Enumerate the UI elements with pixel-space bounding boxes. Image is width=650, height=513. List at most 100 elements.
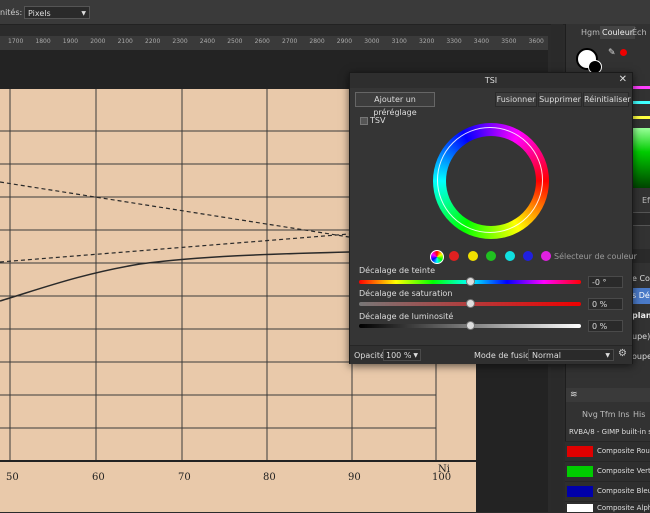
luminosity-value-field[interactable]: 0 % <box>588 320 623 332</box>
chevron-down-icon: ▼ <box>605 352 610 359</box>
color-slider-magenta[interactable] <box>632 86 650 89</box>
ruler-tick-label: 1900 <box>62 38 79 45</box>
layer-swatch-alpha <box>567 504 593 512</box>
ruler-tick-label: 2900 <box>336 38 353 45</box>
ruler-tick-label: 3600 <box>528 38 544 45</box>
ruler-tick-label: 2000 <box>90 38 106 45</box>
saturation-value-field[interactable]: 0 % <box>588 298 623 310</box>
fragment-color-label: e Coul <box>632 274 650 283</box>
reset-button[interactable]: Réinitialiser <box>583 92 631 107</box>
solid-curve <box>0 251 350 302</box>
x-axis-label: Ni <box>438 464 450 475</box>
plan-label: plan <box>632 311 650 320</box>
hue-value-field[interactable]: -0 ° <box>588 276 623 288</box>
context-toolbar: nités: Pixels ▼ <box>0 0 650 25</box>
swatch-yellow[interactable] <box>468 251 478 261</box>
panel-dropdown[interactable] <box>632 212 650 226</box>
eyedropper-icon[interactable]: ✎ <box>608 48 616 58</box>
tab-histogram[interactable]: Hgm <box>581 28 600 37</box>
swatch-cyan[interactable] <box>505 251 515 261</box>
layer-row-alpha[interactable]: Composite Alph <box>565 501 650 513</box>
x-tick-label: 90 <box>348 472 361 483</box>
dashed-curve <box>0 181 350 238</box>
dialog-title: TSI <box>484 76 498 85</box>
ruler-tick-label: 1700 <box>8 38 24 45</box>
layer-swatch-green <box>567 466 593 477</box>
x-tick-label: 50 <box>6 472 19 483</box>
hsl-adjustment-dialog: TSI ✕ Ajouter un préréglage Fusionner Su… <box>349 72 637 364</box>
color-slider-yellow[interactable] <box>632 116 650 119</box>
hue-slider-knob[interactable] <box>466 277 475 286</box>
ruler-tick-label: 3300 <box>446 38 462 45</box>
saturation-label: Décalage de saturation <box>359 289 453 298</box>
merge-button[interactable]: Fusionner <box>495 92 537 107</box>
ruler-tick-label: 2700 <box>282 38 298 45</box>
gradient-item[interactable]: s Dég <box>632 288 650 304</box>
ruler-tick-label: 2800 <box>309 38 325 45</box>
color-dot <box>620 49 627 56</box>
layer-swatch-red <box>567 446 593 457</box>
saturation-slider-knob[interactable] <box>466 299 475 308</box>
tab-navigator[interactable]: Nvg <box>582 410 598 419</box>
tab-color[interactable]: Couleur <box>600 26 636 39</box>
ruler-tick-label: 2400 <box>199 38 216 45</box>
swatch-red[interactable] <box>449 251 459 261</box>
dialog-bottom-bar: Opacité: 100 % ▼ Mode de fusion: Normal … <box>350 345 632 364</box>
hue-wheel[interactable] <box>433 123 549 239</box>
swatch-blue[interactable] <box>523 251 533 261</box>
opacity-field[interactable]: 100 % ▼ <box>383 349 421 361</box>
swatch-green[interactable] <box>486 251 496 261</box>
luminosity-label: Décalage de luminosité <box>359 312 454 321</box>
layer-name: Composite Bleu <box>597 487 650 495</box>
ruler-tick-label: 3500 <box>501 38 517 45</box>
ruler-tick-label: 3200 <box>419 38 435 45</box>
tab-swatches[interactable]: Éch <box>632 28 647 37</box>
gradient-item-label: s Dég <box>632 291 650 300</box>
color-picker-label: Sélecteur de couleur <box>554 252 637 261</box>
tab-info[interactable]: Ins <box>618 410 630 419</box>
group-label-2: oupe) <box>632 352 650 361</box>
ruler-tick-label: 3100 <box>391 38 407 45</box>
layers-header: ≋ <box>566 388 650 402</box>
ruler-tick-label: 2500 <box>227 38 243 45</box>
add-preset-button[interactable]: Ajouter un préréglage <box>355 92 435 117</box>
color-box[interactable] <box>632 128 650 188</box>
tab-history[interactable]: His <box>633 410 645 419</box>
swatch-magenta[interactable] <box>541 251 551 261</box>
tsv-label: TSV <box>370 116 386 125</box>
close-icon[interactable]: ✕ <box>619 74 627 85</box>
opacity-value: 100 % <box>386 351 412 360</box>
ruler-tick-label: 2200 <box>145 38 161 45</box>
layer-name: Composite Roug <box>597 447 650 455</box>
ruler-tick-label: 1800 <box>35 38 51 45</box>
units-select[interactable]: Pixels ▼ <box>24 6 90 19</box>
layer-row-green[interactable]: Composite Vert <box>565 461 650 481</box>
group-label: upe) <box>632 332 650 341</box>
blend-mode-select[interactable]: Normal ▼ <box>528 349 614 361</box>
hue-label: Décalage de teinte <box>359 266 436 275</box>
chevron-down-icon: ▼ <box>81 10 86 17</box>
luminosity-slider-knob[interactable] <box>466 321 475 330</box>
color-picker-icon[interactable] <box>430 250 444 264</box>
ruler-tick-label: 2300 <box>172 38 188 45</box>
ruler-tick-label: 2600 <box>254 38 270 45</box>
document-info: RVBA/8 - GIMP built-in s <box>569 428 650 436</box>
tsv-checkbox[interactable] <box>360 117 368 125</box>
horizontal-ruler[interactable]: 1700 1800 1900 2000 2100 2200 2300 2400 2500 2600… <box>0 36 548 51</box>
layer-swatch-blue <box>567 486 593 497</box>
tab-transform[interactable]: Tfm <box>600 410 616 419</box>
layer-name: Composite Alph <box>597 504 650 512</box>
units-select-value: Pixels <box>28 9 51 18</box>
x-tick-label: 80 <box>263 472 276 483</box>
gear-icon[interactable]: ⚙ <box>618 348 627 359</box>
delete-button[interactable]: Supprimer <box>538 92 582 107</box>
dialog-title-bar[interactable]: TSI <box>350 73 632 88</box>
layer-name: Composite Vert <box>597 467 650 475</box>
dashed-curve-2 <box>0 233 350 263</box>
layer-row-blue[interactable]: Composite Bleu <box>565 481 650 501</box>
chevron-down-icon: ▼ <box>413 352 418 359</box>
x-tick-label: 70 <box>178 472 191 483</box>
layer-row-red[interactable]: Composite Roug <box>565 441 650 461</box>
tab-fragment-2[interactable]: Eff <box>642 196 650 205</box>
color-slider-cyan[interactable] <box>632 101 650 104</box>
